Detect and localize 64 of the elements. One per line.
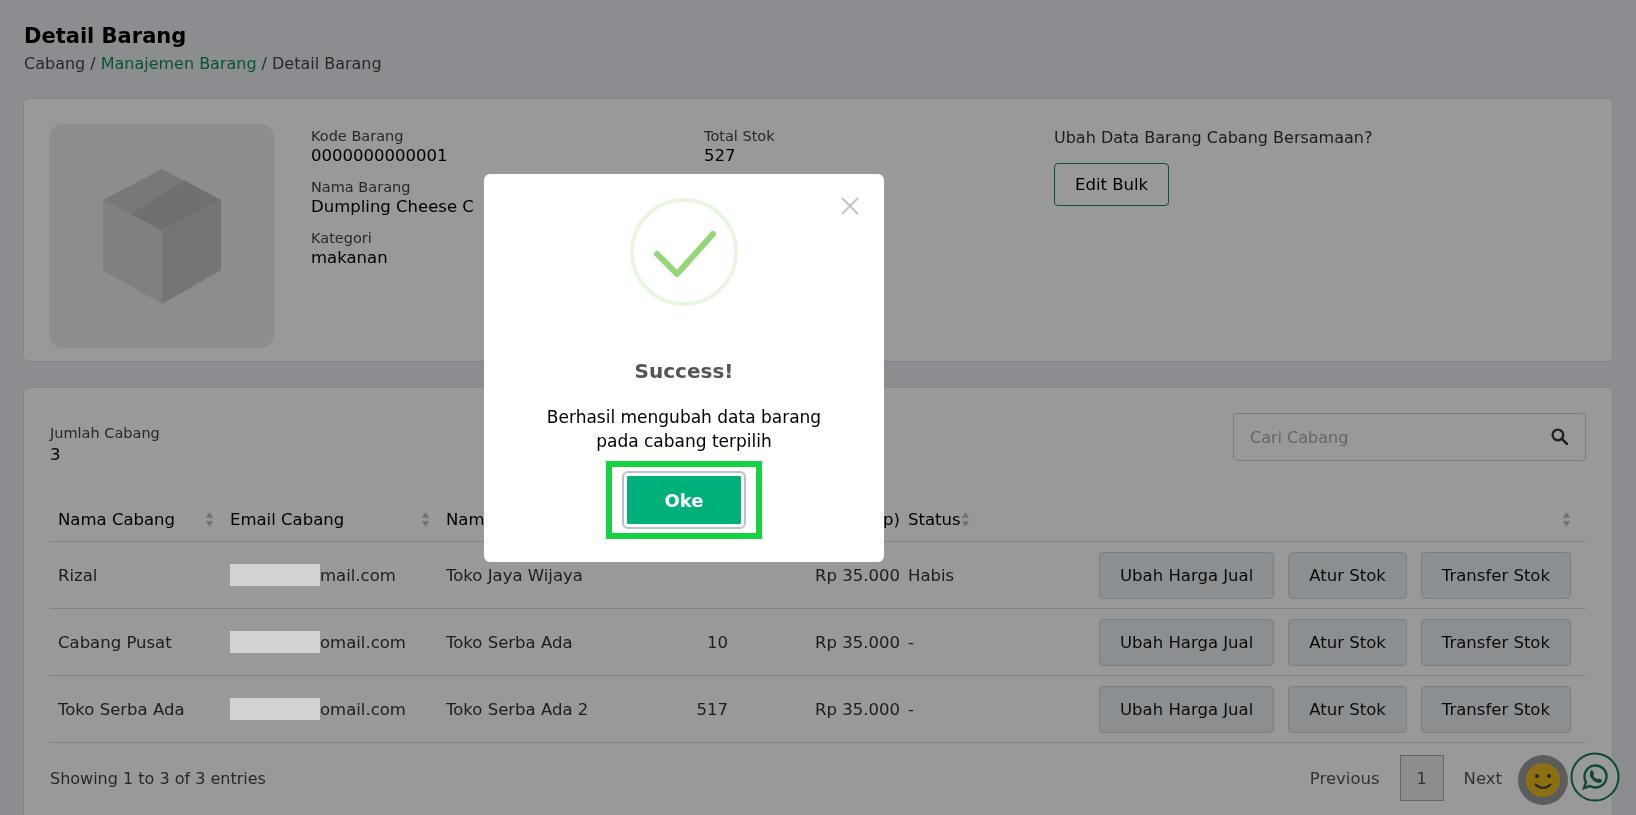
dialog-message: Berhasil mengubah data barang pada cabang terpilih (545, 406, 823, 453)
table-cell: Toko Jaya Wijaya (446, 565, 583, 585)
breadcrumb-separator: / (90, 54, 96, 73)
action-button[interactable]: Transfer Stok (1420, 551, 1571, 599)
table-cell: Habis (908, 565, 955, 585)
breadcrumb-item: Cabang (24, 54, 86, 73)
field-value: makanan (311, 248, 389, 267)
edit-bulk-button[interactable]: Edit Bulk (1054, 163, 1170, 206)
table-cell: Rp 35.000 (815, 632, 900, 652)
next-link[interactable]: Next (1463, 768, 1502, 788)
table-cell: Rp 35.000 (815, 699, 900, 719)
field-label: Total Stok (704, 128, 776, 144)
table-cell: Toko Serba Ada (446, 632, 573, 652)
page-button[interactable]: 1 (1399, 755, 1444, 801)
column-header: Nam (446, 509, 485, 529)
action-button[interactable]: Ubah Harga Jual (1099, 551, 1275, 599)
search-icon (1551, 428, 1568, 445)
table-cell: - (908, 632, 914, 652)
column-header: p) (883, 509, 900, 529)
entries-info: Showing 1 to 3 of 3 entries (50, 768, 266, 788)
action-button[interactable]: Ubah Harga Jual (1099, 618, 1275, 666)
bulk-prompt: Ubah Data Barang Cabang Bersamaan? (1054, 128, 1373, 147)
action-button[interactable]: Atur Stok (1288, 551, 1407, 599)
column-header: Email Cabang (230, 509, 345, 529)
count-value: 3 (50, 445, 62, 464)
sort-icon[interactable] (205, 510, 214, 528)
field-value: 0000000000001 (311, 146, 449, 165)
action-button[interactable]: Atur Stok (1288, 685, 1407, 733)
table-cell: 10 (707, 632, 728, 652)
table-cell: Toko Serba Ada (58, 699, 185, 719)
field-label: Kode Barang (311, 128, 405, 144)
check-circle-icon (629, 197, 739, 307)
column-header: Nama Cabang (58, 509, 176, 529)
table-cell: mail.com (320, 565, 396, 585)
column-header: Status (908, 509, 961, 529)
table-cell: Rp 35.000 (815, 565, 900, 585)
action-button[interactable]: Atur Stok (1288, 618, 1407, 666)
table-cell: Cabang Pusat (58, 632, 172, 652)
breadcrumb-separator: / (261, 54, 267, 73)
field-label: Kategori (311, 230, 373, 246)
sort-icon[interactable] (421, 510, 430, 528)
table-cell: Toko Serba Ada 2 (446, 699, 589, 719)
smiley-icon[interactable] (1518, 755, 1568, 805)
action-button[interactable]: Transfer Stok (1420, 618, 1571, 666)
field-value: 527 (704, 146, 737, 165)
close-icon[interactable] (840, 196, 860, 216)
table-cell: Rizal (58, 565, 98, 585)
sort-icon[interactable] (1562, 510, 1571, 528)
table-cell: omail.com (320, 699, 406, 719)
table-cell: - (908, 699, 914, 719)
whatsapp-icon[interactable] (1570, 752, 1620, 802)
dialog-title: Success! (634, 359, 734, 383)
field-value: Dumpling Cheese C (311, 197, 475, 216)
table-cell: omail.com (320, 632, 406, 652)
box-icon (102, 168, 221, 304)
table-cell: 517 (696, 699, 728, 719)
previous-link[interactable]: Previous (1309, 768, 1380, 788)
action-button[interactable]: Transfer Stok (1420, 685, 1571, 733)
action-button[interactable]: Ubah Harga Jual (1099, 685, 1275, 733)
count-label: Jumlah Cabang (50, 425, 160, 441)
breadcrumb-item: Detail Barang (272, 54, 382, 73)
page-title: Detail Barang (24, 24, 188, 48)
sort-icon[interactable] (960, 510, 970, 528)
field-label: Nama Barang (311, 179, 412, 195)
